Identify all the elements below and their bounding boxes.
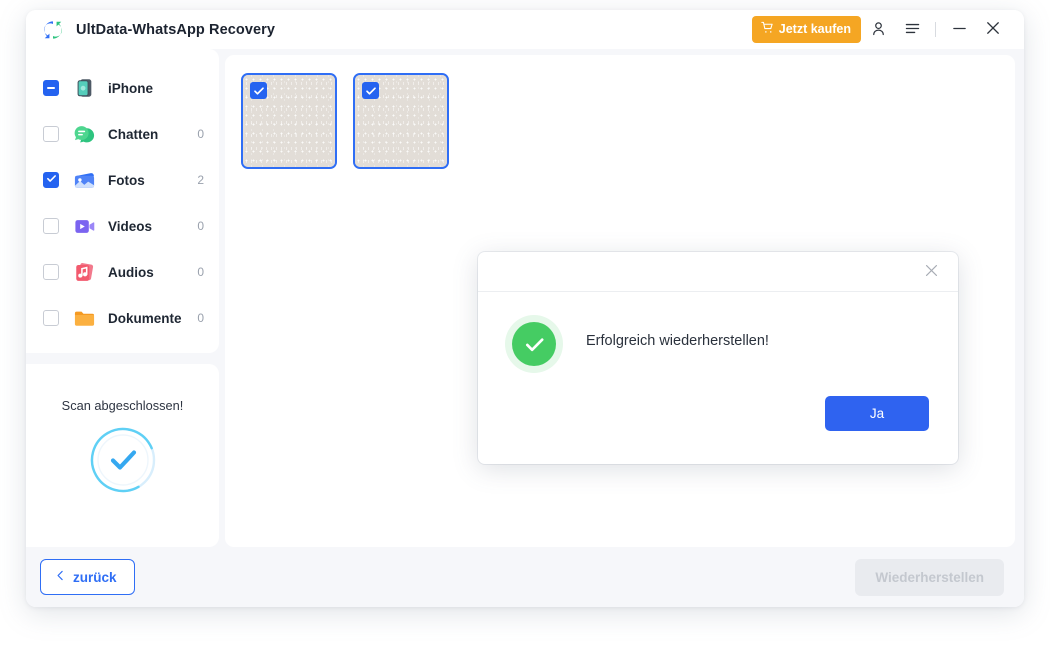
menu-button[interactable] xyxy=(895,13,929,47)
sidebar-item-count: 0 xyxy=(197,311,204,325)
sidebar-item-count: 0 xyxy=(197,219,204,233)
titlebar-controls: Jetzt kaufen xyxy=(751,13,1010,47)
back-button-label: zurück xyxy=(73,569,117,585)
dialog-close-button[interactable] xyxy=(918,259,944,285)
recover-button[interactable]: Wiederherstellen xyxy=(855,558,1004,596)
minimize-icon xyxy=(951,20,968,40)
sidebar-item-label: iPhone xyxy=(108,80,154,96)
video-icon xyxy=(72,214,96,238)
sidebar-item-label: Audios xyxy=(108,264,154,280)
iphone-icon xyxy=(72,76,96,100)
success-check-icon xyxy=(505,315,563,373)
scan-status-panel: Scan abgeschlossen! xyxy=(26,364,219,547)
sidebar-item-count: 0 xyxy=(197,265,204,279)
scan-status-text: Scan abgeschlossen! xyxy=(61,398,184,413)
content-column: Erfolgreich wiederherstellen! Ja xyxy=(219,49,1024,547)
sidebar-item-iphone[interactable]: iPhone xyxy=(26,65,219,111)
buy-now-button[interactable]: Jetzt kaufen xyxy=(751,16,861,43)
sidebar-item-chatten[interactable]: Chatten 0 xyxy=(26,111,219,157)
sidebar-item-label: Dokumente xyxy=(108,310,182,326)
sidebar-item-label: Videos xyxy=(108,218,153,234)
chat-icon xyxy=(72,122,96,146)
checkbox-fotos[interactable] xyxy=(43,172,59,188)
checkbox-chatten[interactable] xyxy=(43,126,59,142)
buy-now-label: Jetzt kaufen xyxy=(778,22,851,36)
checkbox-iphone[interactable] xyxy=(43,80,59,96)
menu-icon xyxy=(904,20,921,40)
photo-thumbnail-1[interactable] xyxy=(241,73,337,169)
title-bar: UltData-WhatsApp Recovery Jetzt kaufen xyxy=(26,10,1024,49)
minimize-button[interactable] xyxy=(942,13,976,47)
close-button[interactable] xyxy=(976,13,1010,47)
sidebar-item-dokumente[interactable]: Dokumente 0 xyxy=(26,295,219,341)
dialog-header xyxy=(478,252,958,292)
sidebar: iPhone Chatten 0 Fotos 2 Videos 0 Audios… xyxy=(26,49,224,547)
folder-icon xyxy=(72,306,96,330)
sidebar-item-videos[interactable]: Videos 0 xyxy=(26,203,219,249)
thumbnail-checkbox-1[interactable] xyxy=(250,82,267,99)
thumbnail-grid xyxy=(241,73,1015,169)
category-list: iPhone Chatten 0 Fotos 2 Videos 0 Audios… xyxy=(26,49,224,353)
footer-bar: zurück Wiederherstellen xyxy=(26,547,1024,607)
sidebar-item-label: Fotos xyxy=(108,172,145,188)
cart-icon xyxy=(761,21,774,37)
success-dialog: Erfolgreich wiederherstellen! Ja xyxy=(478,252,958,464)
photo-icon xyxy=(72,168,96,192)
checkbox-audios[interactable] xyxy=(43,264,59,280)
app-title: UltData-WhatsApp Recovery xyxy=(76,21,276,38)
thumbnail-checkbox-2[interactable] xyxy=(362,82,379,99)
sidebar-item-audios[interactable]: Audios 0 xyxy=(26,249,219,295)
success-check-inner xyxy=(512,322,556,366)
person-icon xyxy=(870,20,887,40)
check-ring-icon xyxy=(90,427,156,493)
window-body: iPhone Chatten 0 Fotos 2 Videos 0 Audios… xyxy=(26,49,1024,547)
app-logo-icon xyxy=(42,19,64,41)
dialog-message: Erfolgreich wiederherstellen! xyxy=(586,333,769,349)
close-icon xyxy=(984,19,1002,40)
titlebar-divider xyxy=(935,22,936,37)
sidebar-item-label: Chatten xyxy=(108,126,159,142)
account-button[interactable] xyxy=(861,13,895,47)
dialog-footer: Ja xyxy=(478,396,958,464)
audio-icon xyxy=(72,260,96,284)
dialog-body: Erfolgreich wiederherstellen! xyxy=(478,292,958,396)
sidebar-item-count: 2 xyxy=(197,173,204,187)
sidebar-item-fotos[interactable]: Fotos 2 xyxy=(26,157,224,203)
checkbox-dokumente[interactable] xyxy=(43,310,59,326)
chevron-left-icon xyxy=(54,569,67,585)
photo-thumbnail-2[interactable] xyxy=(353,73,449,169)
close-icon xyxy=(923,262,940,282)
checkbox-videos[interactable] xyxy=(43,218,59,234)
application-window: UltData-WhatsApp Recovery Jetzt kaufen i… xyxy=(26,10,1024,607)
sidebar-item-count: 0 xyxy=(197,127,204,141)
dialog-ok-button[interactable]: Ja xyxy=(825,396,929,431)
back-button[interactable]: zurück xyxy=(40,559,135,595)
